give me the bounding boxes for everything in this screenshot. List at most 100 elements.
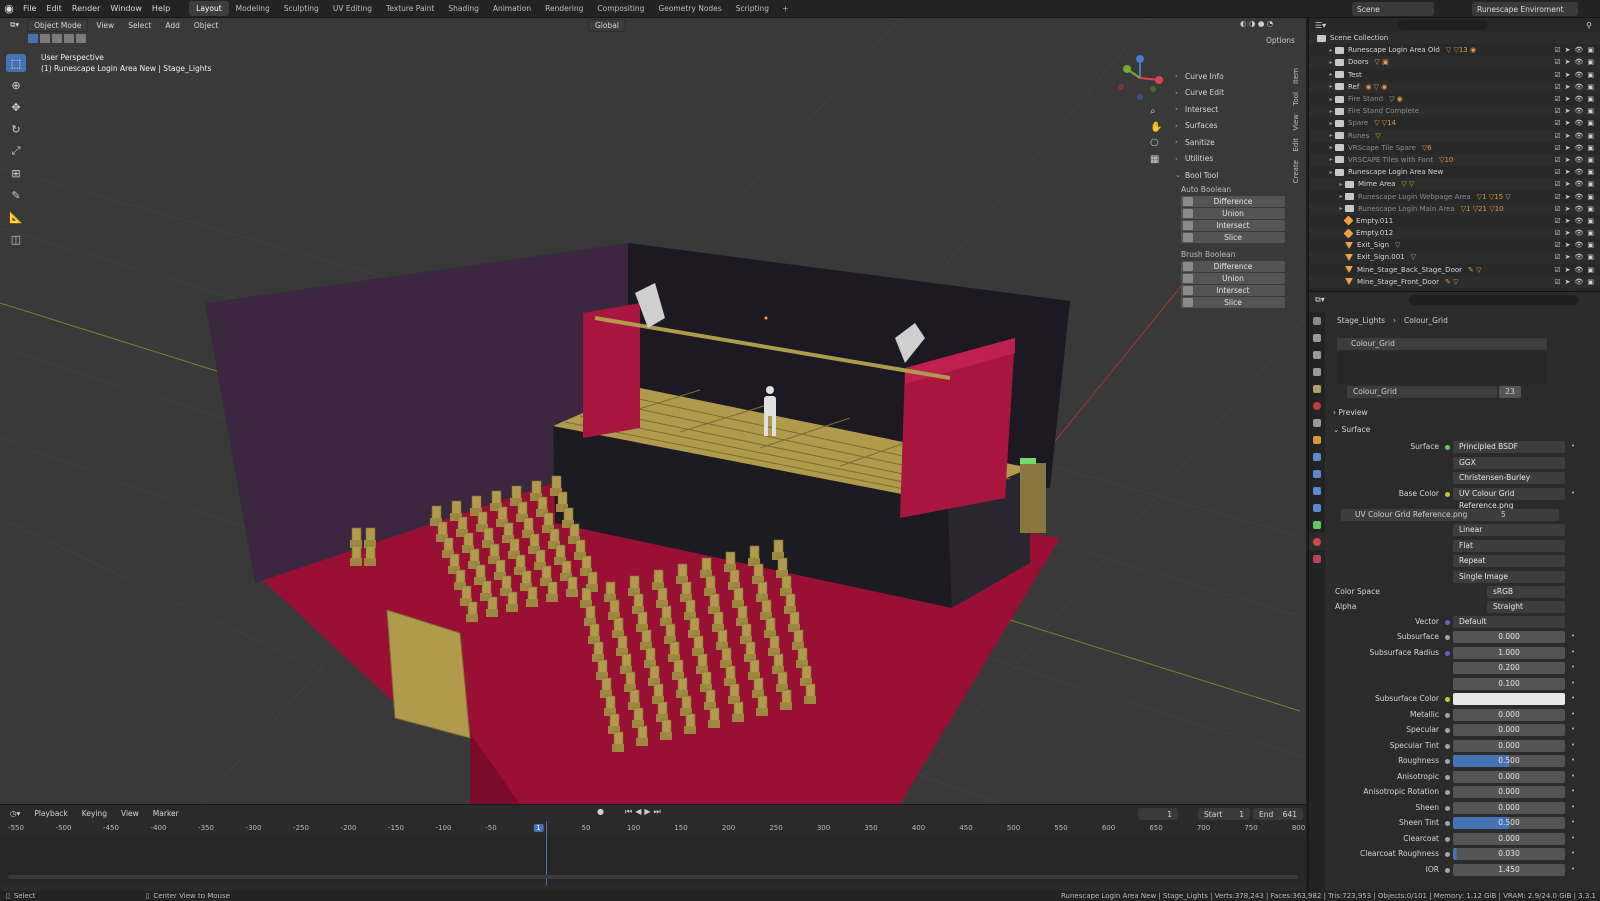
camera-render-icon[interactable]: ▣ (1587, 253, 1594, 261)
visibility-toggles[interactable]: ☑ ➤ 👁 ▣ (1554, 168, 1594, 176)
keyframe-dot-icon[interactable]: • (1571, 741, 1575, 749)
tab-tool[interactable]: Tool (1292, 92, 1300, 106)
disclosure-triangle-icon[interactable]: ▸ (1327, 132, 1335, 139)
workspace-tab-animation[interactable]: Animation (486, 1, 538, 16)
eye-icon[interactable]: 👁 (1574, 71, 1583, 79)
disclosure-triangle-icon[interactable]: ▸ (1327, 156, 1335, 163)
visibility-toggles[interactable]: ☑ ➤ 👁 ▣ (1554, 278, 1594, 286)
camera-render-icon[interactable]: ▣ (1587, 107, 1594, 115)
select-subtract-icon[interactable] (52, 34, 62, 43)
menu-playback[interactable]: Playback (28, 808, 73, 819)
numeric-slider[interactable]: 0.500 (1453, 817, 1565, 829)
visibility-toggles[interactable]: ☑ ➤ 👁 ▣ (1554, 217, 1594, 225)
surface-field-value[interactable]: UV Colour Grid Reference.png (1453, 488, 1565, 510)
keyframe-dot-icon[interactable]: • (1571, 679, 1575, 687)
timeline-ruler[interactable]: -550 -500 -450 -400 -350 -300 -250 -200 -150 -100… (0, 821, 1306, 835)
numeric-slider[interactable]: 0.100 (1453, 677, 1565, 690)
eye-icon[interactable]: 👁 (1574, 46, 1583, 54)
eye-icon[interactable]: 👁 (1574, 58, 1583, 66)
material-users-count[interactable]: 23 (1499, 386, 1521, 398)
select-arrow-icon[interactable]: ➤ (1565, 83, 1571, 91)
current-frame-field[interactable]: 1 (1138, 808, 1178, 820)
eye-icon[interactable]: 👁 (1574, 83, 1583, 91)
outliner-search-input[interactable] (1398, 20, 1489, 30)
menu-keying[interactable]: Keying (76, 808, 113, 819)
select-arrow-icon[interactable]: ➤ (1565, 241, 1571, 249)
numeric-slider[interactable]: 0.000 (1453, 832, 1565, 845)
keyframe-dot-icon[interactable]: • (1571, 710, 1575, 718)
workspace-tab-sculpting[interactable]: Sculpting (277, 1, 326, 16)
panel-curve-edit[interactable]: › Curve Edit (1175, 85, 1290, 102)
zoom-icon[interactable]: ⌕ (1150, 106, 1162, 117)
brush-slice-button[interactable]: Slice (1181, 296, 1285, 308)
eye-icon[interactable]: 👁 (1574, 180, 1583, 188)
outliner-row[interactable]: ▸ Ref ◉ ▽ ◉ ☑ ➤ 👁 ▣ (1309, 80, 1600, 93)
cursor-tool-icon[interactable]: ⊕ (6, 76, 26, 94)
camera-render-icon[interactable]: ▣ (1587, 205, 1594, 213)
outliner-row[interactable]: ▸ Runes ▽ ☑ ➤ 👁 ▣ (1309, 129, 1600, 142)
outliner-row[interactable]: Mine_Stage_Front_Door ✎ ▽ ☑ ➤ 👁 ▣ (1309, 275, 1600, 288)
select-arrow-icon[interactable]: ➤ (1565, 278, 1571, 286)
numeric-slider[interactable]: 0.500 (1453, 755, 1565, 767)
workspace-tab-scripting[interactable]: Scripting (729, 1, 776, 16)
image-option-dropdown[interactable]: Flat (1453, 539, 1565, 552)
keyframe-dot-icon[interactable]: • (1571, 756, 1575, 764)
menu-select[interactable]: Select (122, 20, 157, 31)
camera-render-icon[interactable]: ▣ (1587, 95, 1594, 103)
view-layer-selector[interactable]: Runescape Enviroment (1472, 2, 1578, 16)
timeline-editor-icon[interactable]: ◷▾ (4, 808, 26, 819)
keyframe-dot-icon[interactable]: • (1571, 818, 1575, 826)
select-arrow-icon[interactable]: ➤ (1565, 168, 1571, 176)
camera-render-icon[interactable]: ▣ (1587, 241, 1594, 249)
panel-curve-info[interactable]: › Curve Info (1175, 68, 1290, 85)
camera-render-icon[interactable]: ▣ (1587, 83, 1594, 91)
panel-bool-tool[interactable]: ⌄ Bool Tool (1175, 167, 1290, 184)
disclosure-triangle-icon[interactable]: ▸ (1327, 83, 1335, 90)
add-workspace-icon[interactable]: + (776, 4, 795, 13)
select-box-tool-icon[interactable]: ⬚ (6, 54, 26, 72)
annotate-tool-icon[interactable]: ✎ (6, 186, 26, 204)
disclosure-triangle-icon[interactable]: ▸ (1327, 108, 1335, 115)
keyframe-dot-icon[interactable]: • (1571, 663, 1575, 671)
visibility-toggles[interactable]: ☑ ➤ 👁 ▣ (1554, 253, 1594, 261)
tab-constraints[interactable] (1309, 499, 1325, 516)
visibility-toggles[interactable]: ☑ ➤ 👁 ▣ (1554, 180, 1594, 188)
outliner-editor-icon[interactable]: ☰▾ (1315, 21, 1326, 30)
disclosure-triangle-icon[interactable]: ▸ (1327, 71, 1335, 78)
eye-icon[interactable]: 👁 (1574, 119, 1583, 127)
tab-world[interactable] (1309, 397, 1325, 414)
outliner-row[interactable]: ▸ Runescape Login Webpage Area ▽1 ▽15 ▽ ☑ ➤ 👁… (1309, 190, 1600, 202)
disclosure-triangle-icon[interactable]: ▸ (1327, 169, 1335, 176)
keyframe-dot-icon[interactable]: • (1571, 489, 1575, 497)
checkbox-icon[interactable]: ☑ (1554, 46, 1560, 54)
auto-intersect-button[interactable]: Intersect (1181, 219, 1285, 231)
pan-hand-icon[interactable]: ✋ (1150, 122, 1162, 133)
select-arrow-icon[interactable]: ➤ (1565, 71, 1571, 79)
eye-icon[interactable]: 👁 (1574, 278, 1583, 286)
tab-data[interactable] (1309, 516, 1325, 533)
tab-physics[interactable] (1309, 482, 1325, 499)
tab-create[interactable]: Create (1292, 160, 1300, 183)
camera-render-icon[interactable]: ▣ (1587, 193, 1594, 201)
visibility-toggles[interactable]: ☑ ➤ 👁 ▣ (1554, 46, 1594, 54)
checkbox-icon[interactable]: ☑ (1554, 83, 1560, 91)
select-arrow-icon[interactable]: ➤ (1565, 253, 1571, 261)
workspace-tab-compositing[interactable]: Compositing (590, 1, 651, 16)
disclosure-triangle-icon[interactable]: ▸ (1327, 59, 1335, 66)
outliner-row[interactable]: Empty.011 ☑ ➤ 👁 ▣ (1309, 215, 1600, 227)
select-arrow-icon[interactable]: ➤ (1565, 119, 1571, 127)
workspace-tab-texture-paint[interactable]: Texture Paint (379, 1, 441, 16)
workspace-tab-modeling[interactable]: Modeling (229, 1, 277, 16)
outliner-row[interactable]: ▸ VRSCAPE Tiles with Font ▽10 ☑ ➤ 👁 ▣ (1309, 153, 1600, 167)
numeric-slider[interactable]: 0.000 (1453, 708, 1565, 721)
disclosure-triangle-icon[interactable]: ▸ (1337, 205, 1345, 212)
alpha-dropdown[interactable]: Straight (1487, 601, 1565, 613)
visibility-toggles[interactable]: ☑ ➤ 👁 ▣ (1554, 193, 1594, 201)
eye-icon[interactable]: 👁 (1574, 132, 1583, 140)
numeric-slider[interactable]: 0.000 (1453, 724, 1565, 736)
checkbox-icon[interactable]: ☑ (1554, 119, 1560, 127)
checkbox-icon[interactable]: ☑ (1554, 132, 1560, 140)
image-option-dropdown[interactable]: Single Image (1453, 570, 1565, 583)
timeline-scrollbar[interactable] (8, 875, 1298, 879)
workspace-tab-uv-editing[interactable]: UV Editing (326, 1, 379, 16)
